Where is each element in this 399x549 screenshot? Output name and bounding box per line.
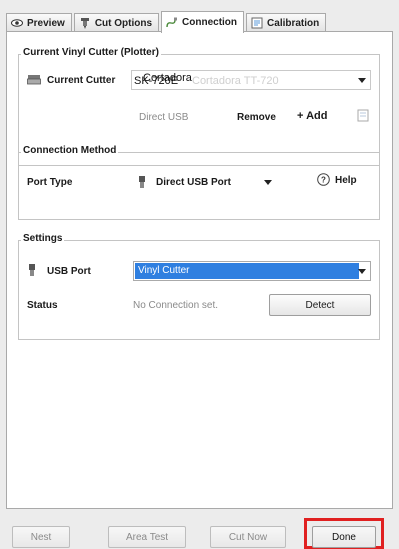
- tab-preview[interactable]: Preview: [6, 13, 72, 32]
- remove-button[interactable]: Remove: [237, 112, 276, 123]
- tab-cut-options-label: Cut Options: [94, 17, 153, 29]
- tab-calibration-label: Calibration: [267, 17, 320, 29]
- current-cutter-group-title: Current Vinyl Cutter (Plotter): [21, 47, 161, 58]
- port-type-select[interactable]: Direct USB Port: [133, 172, 279, 192]
- current-cutter-overlay-text: Cortadora: [143, 72, 192, 84]
- status-label: Status: [27, 300, 58, 311]
- help-icon[interactable]: ?: [317, 173, 330, 189]
- chevron-down-icon: [264, 180, 272, 185]
- tab-bar: Preview Cut Options Connection Calibrati…: [6, 10, 328, 33]
- current-cutter-label: Current Cutter: [47, 75, 116, 86]
- usb-plug-icon: [138, 176, 146, 192]
- calibration-icon: [251, 17, 263, 29]
- cutter-icon: [27, 74, 41, 89]
- cut-now-button-label: Cut Now: [228, 531, 268, 543]
- svg-text:?: ?: [321, 176, 326, 185]
- port-type-value: Direct USB Port: [156, 177, 232, 188]
- area-test-button-label: Area Test: [125, 531, 169, 543]
- usb-port-select[interactable]: Vinyl Cutter: [133, 261, 371, 281]
- cable-icon: [166, 17, 178, 29]
- usb-port-label: USB Port: [47, 266, 91, 277]
- add-button[interactable]: + Add: [297, 110, 327, 122]
- connection-panel: Current Vinyl Cutter (Plotter) Current C…: [6, 31, 393, 509]
- done-button[interactable]: Done: [312, 526, 376, 548]
- nest-button-label: Nest: [30, 531, 52, 543]
- nest-button[interactable]: Nest: [12, 526, 70, 548]
- settings-group: Settings USB Port Vinyl Cutter Status No…: [18, 233, 380, 340]
- connection-method-group: Connection Method Port Type Direct USB P…: [18, 145, 380, 220]
- tab-preview-label: Preview: [27, 17, 65, 29]
- knife-icon: [79, 17, 91, 29]
- cut-now-button[interactable]: Cut Now: [210, 526, 286, 548]
- port-type-label: Port Type: [27, 177, 73, 188]
- tab-connection-label: Connection: [182, 17, 238, 28]
- status-value: No Connection set.: [133, 300, 219, 311]
- connection-type-text: Direct USB: [139, 112, 189, 123]
- current-cutter-select[interactable]: SK-720E Cortadora Cortadora TT-720: [131, 70, 371, 90]
- done-button-label: Done: [332, 531, 356, 543]
- settings-page-icon[interactable]: [357, 109, 369, 125]
- usb-plug-icon: [28, 264, 36, 280]
- current-cutter-ghost-text: Cortadora TT-720: [192, 75, 279, 87]
- settings-group-title: Settings: [21, 233, 65, 244]
- connection-method-group-title: Connection Method: [21, 145, 119, 156]
- tab-connection[interactable]: Connection: [161, 11, 245, 33]
- usb-port-value: Vinyl Cutter: [138, 265, 190, 276]
- chevron-down-icon: [358, 269, 366, 274]
- detect-button-label: Detect: [305, 299, 335, 311]
- help-button[interactable]: Help: [335, 175, 357, 186]
- eye-icon: [11, 17, 23, 29]
- chevron-down-icon: [358, 78, 366, 83]
- tab-cut-options[interactable]: Cut Options: [73, 13, 160, 32]
- area-test-button[interactable]: Area Test: [108, 526, 186, 548]
- detect-button[interactable]: Detect: [269, 294, 371, 316]
- tab-calibration[interactable]: Calibration: [246, 13, 327, 32]
